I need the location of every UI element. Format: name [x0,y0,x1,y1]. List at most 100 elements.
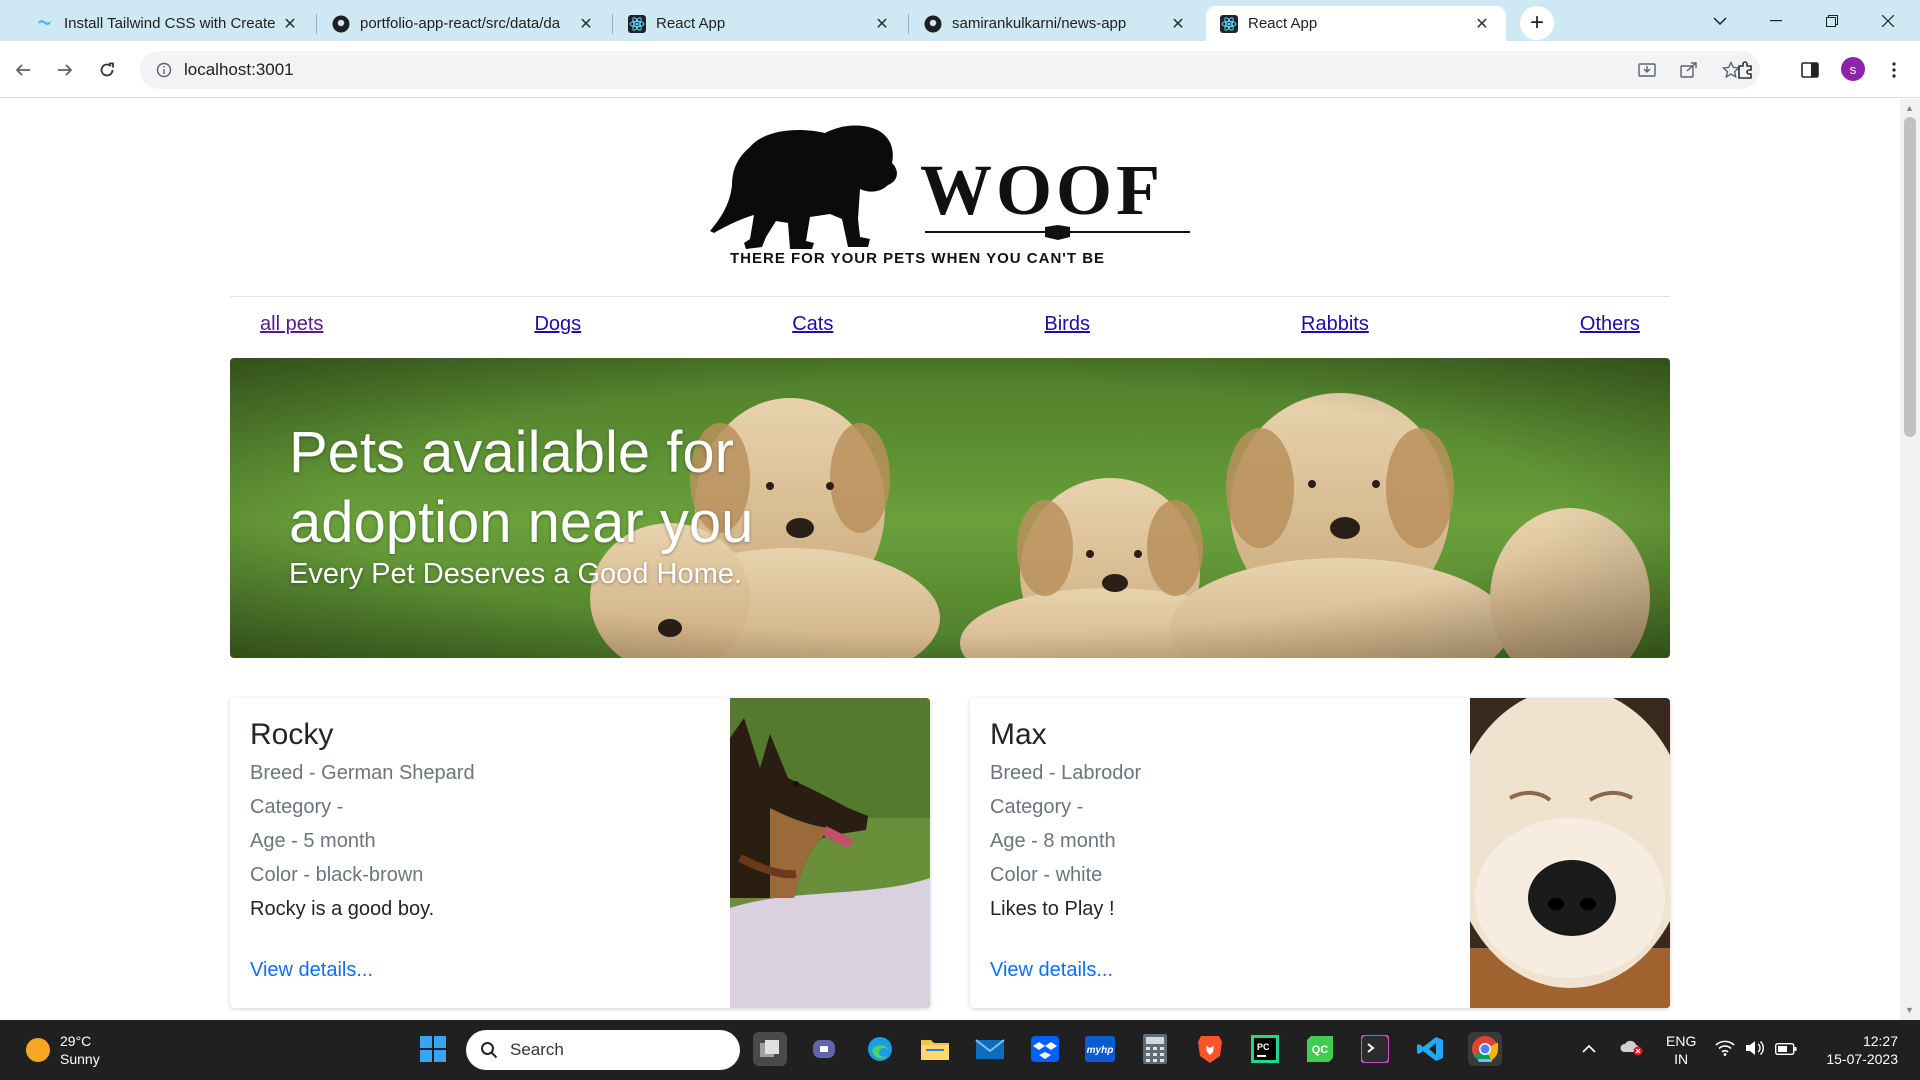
minimize-button[interactable] [1748,0,1804,41]
header-divider [230,296,1670,297]
share-icon[interactable] [1674,55,1704,85]
hero-subtitle: Every Pet Deserves a Good Home. [289,558,742,590]
browser-tab-active[interactable]: React App ✕ [1206,6,1506,41]
system-clock[interactable]: 12:27 15-07-2023 [1826,1032,1898,1068]
back-arrow-icon[interactable] [8,55,38,85]
page-scrollbar[interactable]: ▲ ▼ [1900,99,1920,1020]
web-page: WOOF THERE FOR YOUR PETS WHEN YOU CAN'T … [0,99,1900,1020]
profile-avatar[interactable]: s [1841,57,1865,81]
calculator-icon[interactable] [1138,1032,1172,1066]
sun-icon [26,1038,50,1062]
volume-icon[interactable] [1745,1040,1765,1059]
file-explorer-icon[interactable] [918,1032,952,1066]
pet-card: Rocky Breed - German Shepard Category - … [230,698,930,1008]
scrollbar-thumb[interactable] [1904,117,1916,437]
browser-tab-strip: Install Tailwind CSS with Create ✕ portf… [0,0,1920,41]
github-icon [924,15,942,33]
logo-divider-line [925,225,1190,240]
url-text[interactable]: localhost:3001 [184,60,294,80]
category-nav: all pets Dogs Cats Birds Rabbits Others [230,313,1670,343]
view-details-link[interactable]: View details... [250,959,373,982]
search-label: Search [510,1040,564,1059]
woof-logo[interactable]: WOOF THERE FOR YOUR PETS WHEN YOU CAN'T … [710,119,1190,269]
vscode-icon[interactable] [1413,1032,1447,1066]
teams-chat-icon[interactable] [808,1032,842,1066]
brave-browser-icon[interactable] [1193,1032,1227,1066]
pet-category: Category - [250,796,344,818]
pet-description: Rocky is a good boy. [250,898,435,920]
close-tab-icon[interactable]: ✕ [280,14,300,34]
browser-toolbar: localhost:3001 s [0,41,1920,98]
terminal-icon[interactable] [1358,1032,1392,1066]
tab-title: React App [1248,15,1318,32]
view-details-link[interactable]: View details... [990,959,1113,982]
nav-link-birds[interactable]: Birds [1044,313,1090,343]
pet-age: Age - 8 month [990,830,1116,852]
nav-link-rabbits[interactable]: Rabbits [1301,313,1369,343]
scroll-down-arrow-icon[interactable]: ▼ [1905,1005,1914,1015]
site-info-icon[interactable] [152,62,176,78]
nav-link-others[interactable]: Others [1580,313,1640,343]
browser-tab[interactable]: Install Tailwind CSS with Create ✕ [22,6,314,41]
new-tab-button[interactable]: + [1520,6,1554,40]
myhp-icon[interactable]: myhp [1083,1032,1117,1066]
tab-title: Install Tailwind CSS with Create [64,15,276,32]
svg-text:PC: PC [1257,1042,1270,1052]
mail-icon[interactable] [973,1032,1007,1066]
show-hidden-icons-chevron-icon[interactable] [1582,1040,1596,1056]
pet-name: Rocky [250,718,334,751]
restore-button[interactable] [1804,0,1860,41]
edge-browser-icon[interactable] [863,1032,897,1066]
address-bar[interactable]: localhost:3001 [140,51,1760,89]
pet-color: Color - white [990,864,1103,886]
close-tab-icon[interactable]: ✕ [576,14,596,34]
weather-widget[interactable]: 29°C Sunny [26,1032,100,1068]
pet-photo-labrador[interactable] [1470,698,1670,1008]
battery-icon[interactable] [1774,1042,1797,1058]
qt-creator-icon[interactable]: QC [1303,1032,1337,1066]
pet-breed: Breed - German Shepard [250,762,475,784]
scroll-up-arrow-icon[interactable]: ▲ [1905,103,1914,113]
close-window-button[interactable] [1860,0,1916,41]
pycharm-icon[interactable]: PC [1248,1032,1282,1066]
windows-start-icon[interactable] [416,1032,450,1066]
pet-age: Age - 5 month [250,830,376,852]
react-icon [1220,14,1238,33]
forward-arrow-icon[interactable] [50,55,80,85]
pet-breed: Breed - Labrodor [990,762,1142,784]
tab-title: samirankulkarni/news-app [952,15,1127,32]
chrome-browser-icon[interactable] [1468,1032,1502,1066]
task-view-icon[interactable] [753,1032,787,1066]
close-tab-icon[interactable]: ✕ [1168,14,1188,34]
browser-tab[interactable]: React App ✕ [614,6,906,41]
menu-kebab-icon[interactable] [1879,55,1909,85]
reload-icon[interactable] [92,55,122,85]
nav-link-all-pets[interactable]: all pets [260,313,323,343]
clock-time: 12:27 [1862,1033,1898,1049]
nav-link-cats[interactable]: Cats [792,313,833,343]
extensions-puzzle-icon[interactable] [1731,55,1761,85]
svg-text:myhp: myhp [1087,1045,1114,1056]
pet-card: Max Breed - Labrodor Category - Age - 8 … [970,698,1670,1008]
onedrive-error-icon[interactable] [1620,1038,1644,1059]
close-tab-icon[interactable]: ✕ [1472,14,1492,34]
pet-name: Max [990,718,1047,751]
logo-tagline: THERE FOR YOUR PETS WHEN YOU CAN'T BE [730,250,1106,267]
input-language-indicator[interactable]: ENG IN [1666,1032,1696,1068]
weather-temperature: 29°C [60,1033,92,1049]
browser-tab[interactable]: samirankulkarni/news-app ✕ [910,6,1202,41]
tab-search-chevron-icon[interactable] [1692,0,1748,41]
dropbox-icon[interactable] [1028,1032,1062,1066]
nav-link-dogs[interactable]: Dogs [534,313,581,343]
taskbar-search[interactable]: Search [466,1030,740,1070]
close-tab-icon[interactable]: ✕ [872,14,892,34]
tab-title: React App [656,15,726,32]
hero-title: Pets available for adoption near you [289,420,754,555]
language-code: ENG [1666,1033,1697,1049]
wifi-icon[interactable] [1715,1040,1735,1059]
install-app-icon[interactable] [1632,55,1662,85]
pet-photo-german-shepherd[interactable] [730,698,930,1008]
side-panel-icon[interactable] [1795,55,1825,85]
browser-tab[interactable]: portfolio-app-react/src/data/da ✕ [318,6,610,41]
pet-color: Color - black-brown [250,864,424,886]
